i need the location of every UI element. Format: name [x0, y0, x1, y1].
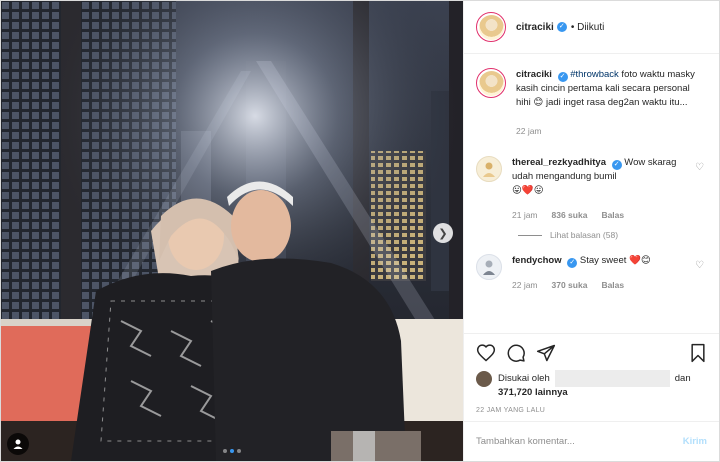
- reply-button[interactable]: Balas: [601, 278, 624, 292]
- post-header: citraciki ✓ • Diikuti: [464, 1, 719, 54]
- commenter-avatar[interactable]: [476, 156, 502, 182]
- carousel-dot: [223, 449, 227, 453]
- comment-time[interactable]: 22 jam: [512, 278, 538, 292]
- comments-list: citraciki ✓ #throwback foto waktu masky …: [464, 54, 719, 333]
- comment-likes[interactable]: 370 suka: [552, 278, 588, 292]
- comment-text: Stay sweet ❤️😊: [577, 255, 651, 266]
- comment-likes[interactable]: 836 suka: [552, 208, 588, 222]
- avatar-image: [483, 162, 495, 177]
- post-timestamp[interactable]: 22 JAM YANG LALU: [476, 407, 707, 414]
- comment-body: fendychow ✓ Stay sweet ❤️😊 22 jam 370 su…: [512, 254, 695, 292]
- comment-meta: 21 jam 836 suka Balas: [512, 208, 695, 222]
- chevron-right-icon: ❯: [438, 227, 448, 240]
- share-icon[interactable]: [536, 343, 556, 363]
- verified-badge-icon: ✓: [557, 72, 568, 82]
- comment-item: thereal_rezkyadhitya ✓ Wow skarag udah m…: [476, 156, 707, 222]
- comment-time[interactable]: 21 jam: [512, 208, 538, 222]
- comment-input[interactable]: [476, 436, 683, 447]
- verified-badge-icon: ✓: [567, 258, 578, 268]
- likes-suffix: dan: [674, 373, 691, 385]
- heart-outline-icon: ♡: [695, 260, 704, 271]
- comment-like-button[interactable]: ♡: [695, 156, 707, 222]
- carousel-indicator: [1, 449, 463, 453]
- post-actions: Disukai oleh dan 371,720 lainnya 22 JAM Y…: [464, 333, 719, 421]
- carousel-dot: [237, 449, 241, 453]
- bookmark-icon[interactable]: [689, 343, 707, 363]
- avatar-image: [483, 260, 495, 275]
- reply-button[interactable]: Balas: [601, 208, 624, 222]
- follow-status[interactable]: • Diikuti: [571, 22, 605, 33]
- next-photo-button[interactable]: ❯: [433, 223, 453, 243]
- post-comment-button[interactable]: Kirim: [683, 436, 707, 447]
- comment-emoji: 😛❤️😛: [512, 185, 544, 196]
- photo-image: [1, 1, 463, 461]
- action-icons: [476, 342, 707, 364]
- comment-icon[interactable]: [506, 343, 526, 363]
- caption-time[interactable]: 22 jam: [516, 124, 707, 138]
- likes-count[interactable]: 371,720 lainnya: [498, 387, 568, 398]
- replies-divider: [518, 234, 542, 236]
- caption-hashtag[interactable]: #throwback: [570, 69, 619, 80]
- comment-username[interactable]: thereal_rezkyadhitya: [512, 157, 606, 168]
- caption-avatar[interactable]: [476, 68, 506, 98]
- liker-name-redacted: [554, 370, 670, 387]
- comment-meta: 22 jam 370 suka Balas: [512, 278, 695, 292]
- instagram-post: ❯ citraciki ✓ • Diikuti citraciki ✓ #thr…: [0, 0, 720, 462]
- comment-body: thereal_rezkyadhitya ✓ Wow skarag udah m…: [512, 156, 695, 222]
- comment-username[interactable]: fendychow: [512, 255, 562, 266]
- add-comment-bar: Kirim: [464, 421, 719, 461]
- caption: citraciki ✓ #throwback foto waktu masky …: [476, 68, 707, 138]
- heart-outline-icon: ♡: [695, 162, 704, 173]
- post-panel: citraciki ✓ • Diikuti citraciki ✓ #throw…: [463, 1, 719, 461]
- commenter-avatar[interactable]: [476, 254, 502, 280]
- comment-item: fendychow ✓ Stay sweet ❤️😊 22 jam 370 su…: [476, 254, 707, 292]
- heart-icon[interactable]: [476, 343, 496, 363]
- carousel-dot-active: [230, 449, 234, 453]
- post-photo[interactable]: ❯: [1, 1, 463, 461]
- likes-prefix: Disukai oleh: [498, 373, 550, 385]
- comment-like-button[interactable]: ♡: [695, 254, 707, 292]
- view-replies-label: Lihat balasan (58): [550, 230, 619, 240]
- verified-badge-icon: ✓: [611, 160, 622, 170]
- likes-summary: Disukai oleh dan 371,720 lainnya: [476, 370, 707, 399]
- caption-username[interactable]: citraciki: [516, 69, 552, 80]
- view-replies-button[interactable]: Lihat balasan (58): [518, 230, 707, 240]
- author-username[interactable]: citraciki: [516, 22, 554, 33]
- caption-body: citraciki ✓ #throwback foto waktu masky …: [516, 68, 707, 138]
- author-avatar[interactable]: [476, 12, 506, 42]
- liker-avatar[interactable]: [476, 371, 492, 387]
- verified-badge-icon: ✓: [556, 22, 567, 32]
